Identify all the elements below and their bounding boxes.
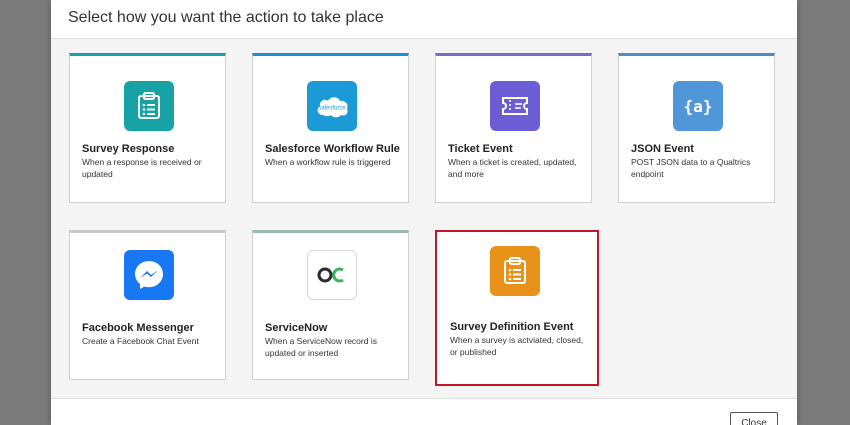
json-icon-glyph: {a} <box>683 96 713 116</box>
card-servicenow[interactable]: ServiceNow When a ServiceNow record is u… <box>252 230 409 380</box>
card-ticket-event[interactable]: Ticket Event When a ticket is created, u… <box>435 53 592 203</box>
salesforce-logo-text: salesforce <box>318 106 346 112</box>
card-survey-definition-event[interactable]: Survey Definition Event When a survey is… <box>435 230 599 386</box>
card-survey-response[interactable]: Survey Response When a response is recei… <box>69 53 226 203</box>
card-title: Survey Response <box>82 143 175 155</box>
json-braces-icon: {a} <box>673 81 723 131</box>
card-description: When a response is received or updated <box>82 157 202 179</box>
card-title: Facebook Messenger <box>82 322 194 334</box>
card-description: When a workflow rule is triggered <box>265 157 391 167</box>
messenger-icon <box>124 250 174 300</box>
clipboard-icon <box>490 246 540 296</box>
servicenow-icon <box>307 250 357 300</box>
card-title: Ticket Event <box>448 143 513 155</box>
dialog-title: Select how you want the action to take p… <box>68 9 384 26</box>
dialog-footer: Close <box>51 398 797 425</box>
card-description: POST JSON data to a Qualtrics endpoint <box>631 157 751 179</box>
card-description: When a ticket is created, updated, and m… <box>448 157 577 179</box>
card-title: Salesforce Workflow Rule <box>265 143 400 155</box>
dialog-header: Select how you want the action to take p… <box>51 0 797 39</box>
card-json-event[interactable]: {a} JSON Event POST JSON data to a Qualt… <box>618 53 775 203</box>
card-description: Create a Facebook Chat Event <box>82 336 199 346</box>
salesforce-icon: salesforce <box>307 81 357 131</box>
action-dialog: Select how you want the action to take p… <box>51 0 797 425</box>
card-description: When a survey is actviated, closed, or p… <box>450 335 584 357</box>
card-title: ServiceNow <box>265 322 328 334</box>
card-description: When a ServiceNow record is updated or i… <box>265 336 377 358</box>
card-title: JSON Event <box>631 143 694 155</box>
close-button[interactable]: Close <box>730 412 778 425</box>
clipboard-icon <box>124 81 174 131</box>
card-title: Survey Definition Event <box>450 321 574 333</box>
ticket-icon <box>490 81 540 131</box>
card-facebook-messenger[interactable]: Facebook Messenger Create a Facebook Cha… <box>69 230 226 380</box>
card-salesforce-workflow-rule[interactable]: salesforce Salesforce Workflow Rule When… <box>252 53 409 203</box>
